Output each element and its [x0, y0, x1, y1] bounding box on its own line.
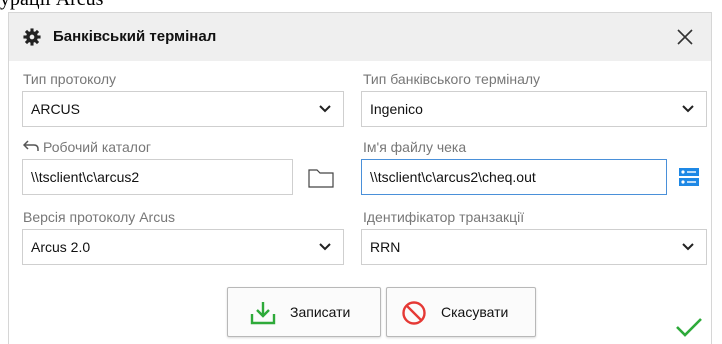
transaction-id-label: Ідентифікатор транзакції: [363, 209, 525, 225]
receipt-file-label: Ім'я файлу чека: [363, 139, 467, 155]
protocol-type-select[interactable]: ARCUS: [22, 91, 344, 127]
settings-list-icon[interactable]: [679, 167, 699, 187]
cancel-button[interactable]: Скасувати: [386, 287, 536, 337]
download-icon: [250, 302, 276, 325]
terminal-type-value: Ingenico: [370, 101, 423, 117]
work-dir-value: \\tsclient\c\arcus2: [31, 169, 140, 185]
protocol-type-value: ARCUS: [31, 101, 81, 117]
cancel-icon: [402, 301, 426, 325]
folder-icon[interactable]: [307, 167, 335, 189]
receipt-file-value: \\tsclient\c\arcus2\cheq.out: [370, 169, 536, 185]
work-dir-label: Робочий каталог: [43, 139, 152, 155]
protocol-type-label: Тип протоколу: [23, 71, 117, 87]
check-icon: [676, 318, 702, 337]
protocol-version-label: Версія протоколу Arcus: [23, 209, 175, 225]
title-bar: Банківський термінал: [9, 13, 711, 61]
dialog-title: Банківський термінал: [53, 28, 217, 45]
background-text: урації Arcus: [0, 0, 103, 11]
cancel-button-label: Скасувати: [441, 304, 509, 320]
save-button[interactable]: Записати: [227, 287, 381, 337]
transaction-id-select[interactable]: RRN: [361, 229, 707, 265]
transaction-id-value: RRN: [370, 239, 401, 255]
gear-icon: [23, 28, 41, 46]
terminal-type-select[interactable]: Ingenico: [361, 91, 707, 127]
chevron-down-icon: [682, 105, 694, 113]
chevron-down-icon: [682, 243, 694, 251]
work-dir-input[interactable]: \\tsclient\c\arcus2: [22, 159, 293, 195]
receipt-file-input[interactable]: \\tsclient\c\arcus2\cheq.out: [361, 159, 667, 195]
close-icon[interactable]: [673, 25, 697, 49]
chevron-down-icon: [319, 105, 331, 113]
save-button-label: Записати: [290, 304, 351, 320]
terminal-type-label: Тип банківського терміналу: [363, 71, 541, 87]
chevron-down-icon: [319, 243, 331, 251]
bank-terminal-dialog: Банківський термінал Тип протоколу ARCUS…: [8, 12, 712, 344]
protocol-version-value: Arcus 2.0: [31, 239, 91, 255]
back-arrow-icon[interactable]: [23, 140, 39, 152]
protocol-version-select[interactable]: Arcus 2.0: [22, 229, 344, 265]
